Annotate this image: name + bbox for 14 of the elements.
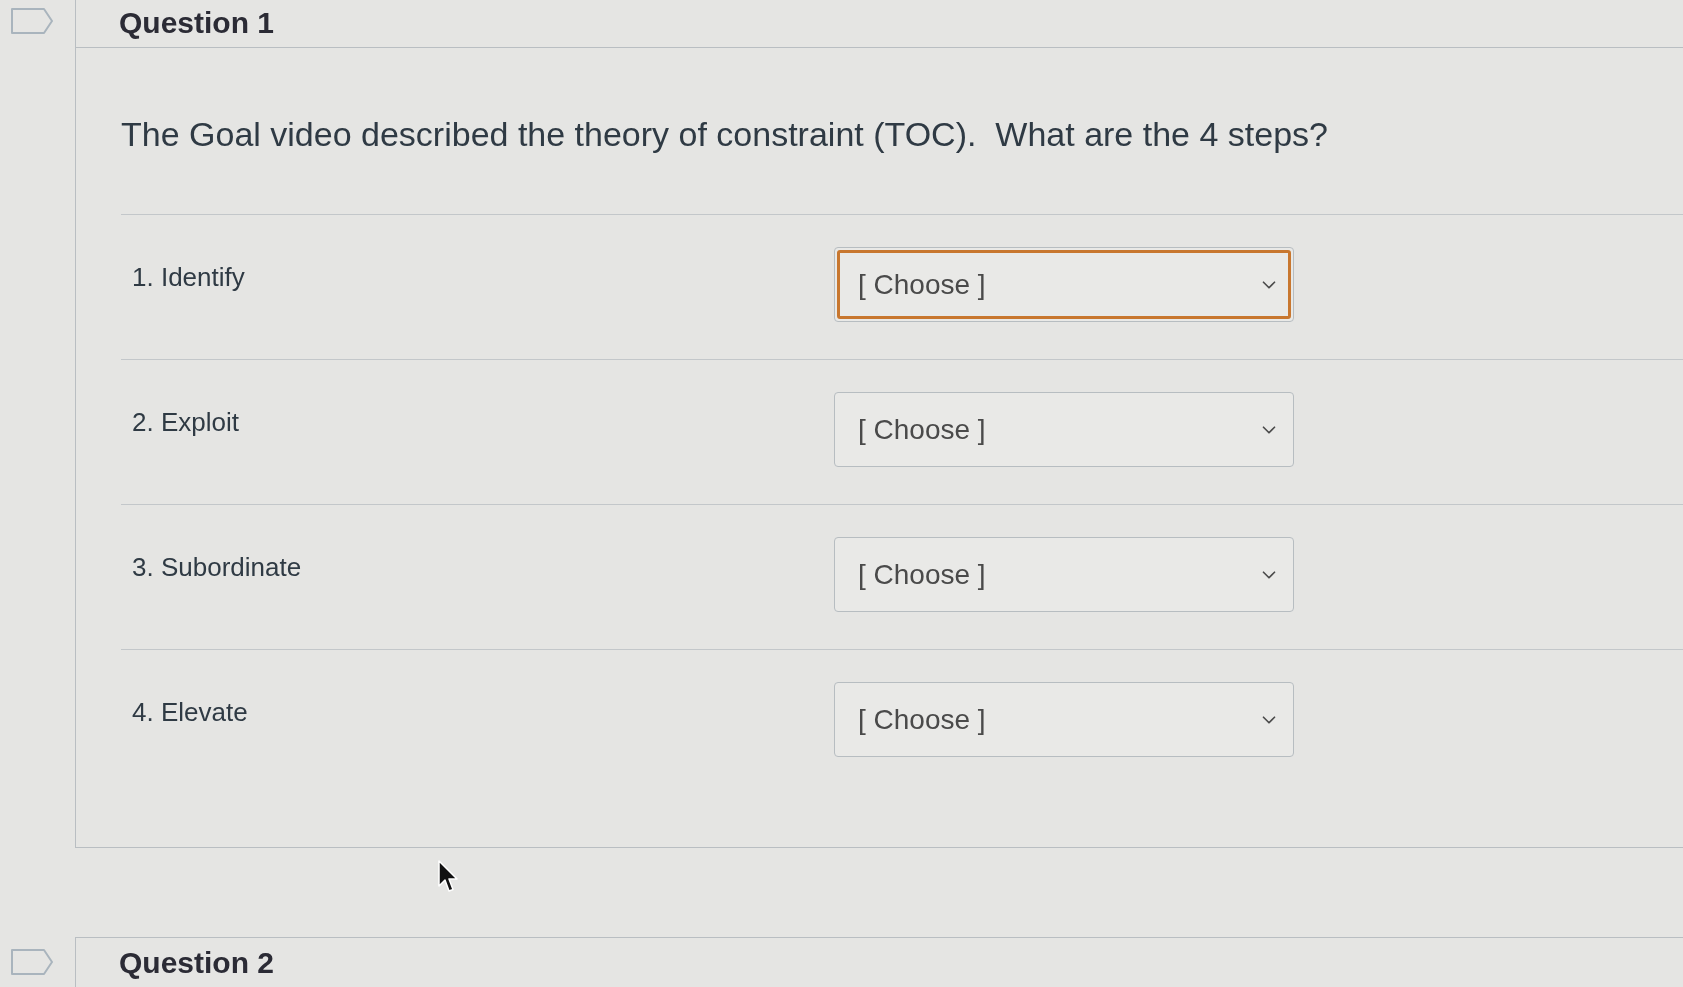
choose-dropdown[interactable]: [ Choose ] bbox=[834, 392, 1294, 467]
choose-dropdown[interactable]: [ Choose ] bbox=[834, 247, 1294, 322]
question-title: Question 1 bbox=[119, 6, 275, 39]
step-label: 4. Elevate bbox=[132, 697, 248, 727]
step-label: 2. Exploit bbox=[132, 407, 239, 437]
question-prompt: The Goal video described the theory of constraint (TOC). What are the 4 steps? bbox=[121, 114, 1328, 154]
choose-dropdown[interactable]: [ Choose ] bbox=[834, 682, 1294, 757]
bookmark-icon[interactable] bbox=[11, 8, 53, 34]
step-label: 1. Identify bbox=[132, 262, 245, 292]
step-label: 3. Subordinate bbox=[132, 552, 302, 582]
question-title: Question 2 bbox=[119, 946, 275, 979]
mouse-cursor-icon bbox=[438, 860, 460, 894]
choose-dropdown[interactable]: [ Choose ] bbox=[834, 537, 1294, 612]
bookmark-icon[interactable] bbox=[11, 949, 53, 975]
